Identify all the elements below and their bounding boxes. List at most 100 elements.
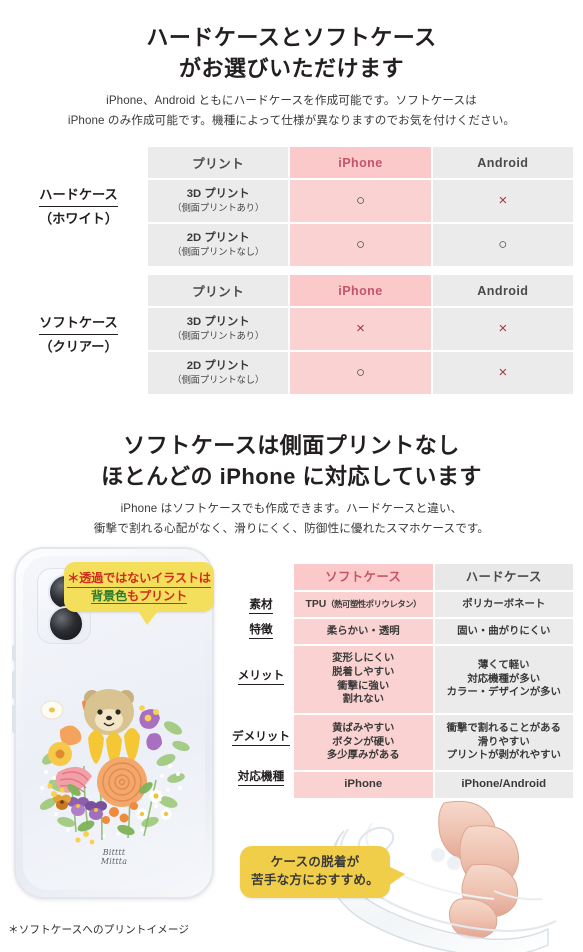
availability-mark: ○	[355, 236, 366, 253]
iphone-cell: ○	[289, 179, 432, 223]
soft-case-table-group: ソフトケース （クリアー） プリント iPhone Android 3D プリン…	[10, 274, 574, 395]
artist-signature: Bitttt Mittta	[100, 848, 128, 866]
soft-vs-hard-spec-table: ソフトケース ハードケース TPU（熱可塑性ポリウレタン） ポリカーボネート 柔…	[293, 563, 574, 799]
spec-table-row-labels: 素材 特徴 メリット デメリット 対応機種	[232, 563, 290, 790]
soft-case-table: プリント iPhone Android 3D プリント （側面プリントあり） × …	[147, 274, 574, 395]
spec-row-demerit: 黄ばみやすい ボタンが硬い 多少厚みがある 衝撃で割れることがある 滑りやすい …	[293, 714, 574, 771]
spec-label-devices: 対応機種	[237, 768, 285, 786]
header-print: プリント	[147, 146, 290, 179]
print-type-cell: 2D プリント （側面プリントなし）	[147, 223, 290, 267]
callout-remove-line1: ケースの脱着が	[270, 855, 360, 870]
callout-print-line2-a: 背景色	[91, 588, 127, 604]
print-main: 3D プリント	[186, 188, 250, 201]
section-soft-case-detail: ソフトケースは側面プリントなし ほとんどの iPhone に対応しています	[0, 430, 583, 492]
spec-header-soft: ソフトケース	[293, 563, 434, 591]
header-print: プリント	[147, 274, 290, 307]
easy-removal-callout: ケースの脱着が 苦手な方におすすめ。	[240, 846, 405, 898]
signature-line2: Mittta	[100, 856, 128, 866]
availability-mark: ×	[498, 192, 508, 209]
table-row: 2D プリント （側面プリントなし） ○ ○	[147, 223, 574, 267]
bouquet-bear-artwork	[39, 689, 190, 845]
header-android: Android	[431, 146, 574, 179]
demerit-hard: 衝撃で割れることがある 滑りやすい プリントが剥がれやすい	[433, 714, 574, 771]
android-cell: ×	[431, 351, 574, 395]
yellow-flower	[48, 742, 72, 766]
section2-headline: ソフトケースは側面プリントなし ほとんどの iPhone に対応しています	[0, 430, 583, 492]
print-type-cell: 3D プリント （側面プリントあり）	[147, 307, 290, 351]
section-hard-vs-soft: ハードケースとソフトケース がお選びいただけます	[0, 22, 583, 84]
iphone-cell: ○	[289, 351, 432, 395]
soft-case-label-main: ソフトケース	[39, 313, 118, 335]
feature-hard: 固い・曲がりにくい	[433, 618, 574, 645]
section2-headline-line1: ソフトケースは側面プリントなし	[123, 433, 460, 458]
hard-case-label-sub: （ホワイト）	[38, 210, 119, 226]
hard-case-label-main: ハードケース	[39, 185, 118, 207]
feature-soft: 柔らかい・透明	[293, 618, 434, 645]
pansies	[53, 794, 107, 820]
availability-mark: ×	[498, 320, 508, 337]
volume-up-button	[12, 671, 16, 699]
section1-lead-line2: iPhone のみ作成可能です。機種によって仕様が異なりますのでお気を付けくださ…	[67, 113, 516, 127]
section1-headline: ハードケースとソフトケース がお選びいただけます	[0, 22, 583, 84]
header-android: Android	[431, 274, 574, 307]
print-main: 3D プリント	[186, 316, 250, 329]
demerit-soft: 黄ばみやすい ボタンが硬い 多少厚みがある	[293, 714, 434, 771]
availability-mark: ×	[356, 320, 365, 337]
spec-row-material: TPU（熱可塑性ポリウレタン） ポリカーボネート	[293, 591, 574, 618]
print-sub: （側面プリントなし）	[172, 374, 265, 386]
android-cell: ○	[431, 223, 574, 267]
android-cell: ×	[431, 179, 574, 223]
merit-hard: 薄くて軽い 対応機種が多い カラー・デザインが多い	[433, 645, 574, 714]
volume-down-button	[12, 705, 16, 733]
spec-row-merit: 変形しにくい 脱着しやすい 衝撃に強い 割れない 薄くて軽い 対応機種が多い カ…	[293, 645, 574, 714]
callout-print-line1: ＊透過ではないイラストは	[67, 570, 211, 588]
soft-case-label-sub: （クリアー）	[39, 338, 118, 354]
section1-lead-line1: iPhone、Android ともにハードケースを作成可能です。ソフトケースは	[106, 94, 477, 107]
section2-lead-line2: 衝撃で割れる心配がなく、滑りにくく、防御性に優れたスマホケースです。	[93, 521, 490, 535]
print-type-cell: 3D プリント （側面プリントあり）	[147, 179, 290, 223]
callout-remove-line2: 苦手な方におすすめ。	[251, 873, 379, 887]
mute-switch	[12, 645, 16, 661]
material-soft-main: TPU	[305, 598, 327, 610]
purple-iris	[139, 709, 162, 751]
section2-lead: iPhone はソフトケースでも作成できます。ハードケースと違い、 衝撃で割れる…	[0, 499, 583, 539]
material-hard: ポリカーボネート	[433, 591, 574, 618]
ranunculus-center	[97, 757, 147, 807]
availability-mark: ○	[355, 192, 366, 209]
bear-face	[84, 689, 134, 735]
print-image-caption: ＊ソフトケースへのプリントイメージ	[8, 924, 190, 936]
print-sub: （側面プリントあり）	[172, 330, 265, 342]
availability-mark: ○	[498, 236, 508, 253]
callout-print-line2-b: もプリント	[127, 588, 187, 604]
hard-case-table-group: ハードケース （ホワイト） プリント iPhone Android 3D プリン…	[10, 146, 574, 267]
hard-case-row-label: ハードケース （ホワイト）	[10, 185, 147, 229]
fingers	[438, 800, 519, 940]
section1-lead: iPhone、Android ともにハードケースを作成可能です。ソフトケースは …	[0, 91, 583, 131]
table-row: 2D プリント （側面プリントなし） ○ ×	[147, 351, 574, 395]
table-header-row: プリント iPhone Android	[147, 146, 574, 179]
table-row: 3D プリント （側面プリントあり） × ×	[147, 307, 574, 351]
print-main: 2D プリント	[186, 232, 250, 245]
spec-row-feature: 柔らかい・透明 固い・曲がりにくい	[293, 618, 574, 645]
print-sub: （側面プリントなし）	[172, 246, 265, 258]
section2-lead-line1: iPhone はソフトケースでも作成できます。ハードケースと違い、	[120, 502, 463, 515]
spec-label-demerit: デメリット	[232, 728, 290, 746]
section2-headline-line2: ほとんどの iPhone に対応しています	[101, 464, 482, 490]
print-type-cell: 2D プリント （側面プリントなし）	[147, 351, 290, 395]
spec-header-row: ソフトケース ハードケース	[293, 563, 574, 591]
section1-headline-line1: ハードケースとソフトケース	[146, 25, 437, 50]
table-row: 3D プリント （側面プリントあり） ○ ×	[147, 179, 574, 223]
spec-label-feature: 特徴	[249, 621, 273, 639]
spec-label-material: 素材	[249, 596, 273, 614]
print-main: 2D プリント	[186, 360, 250, 373]
print-background-callout: ＊透過ではないイラストは 背景色もプリント	[64, 562, 214, 625]
android-cell: ×	[431, 307, 574, 351]
soft-case-row-label: ソフトケース （クリアー）	[10, 313, 147, 357]
merit-soft: 変形しにくい 脱着しやすい 衝撃に強い 割れない	[293, 645, 434, 714]
material-soft: TPU（熱可塑性ポリウレタン）	[293, 591, 434, 618]
header-iphone: iPhone	[289, 274, 432, 307]
spec-label-merit: メリット	[237, 667, 285, 685]
iphone-cell: ○	[289, 223, 432, 267]
availability-mark: ○	[355, 364, 366, 381]
hard-case-table: プリント iPhone Android 3D プリント （側面プリントあり） ○ …	[147, 146, 574, 267]
